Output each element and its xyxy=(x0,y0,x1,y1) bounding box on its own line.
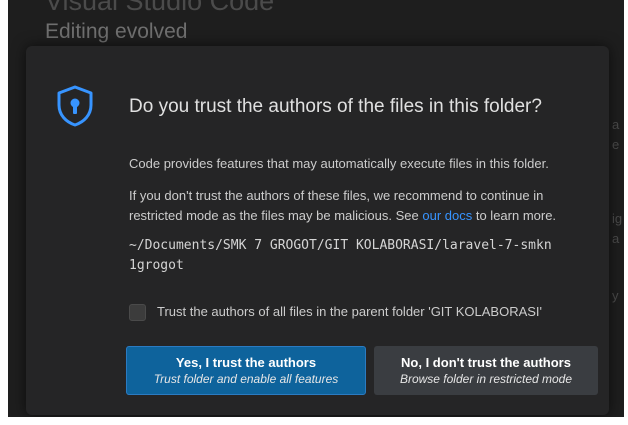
dialog-description: Code provides features that may automati… xyxy=(129,156,549,171)
trust-parent-checkbox[interactable] xyxy=(129,304,146,321)
welcome-heading: Visual Studio Code xyxy=(45,0,275,16)
dialog-warning: If you don't trust the authors of these … xyxy=(129,186,599,226)
docs-link[interactable]: our docs xyxy=(422,208,472,223)
shield-lock-icon xyxy=(57,85,93,127)
welcome-subheading: Editing evolved xyxy=(45,20,188,43)
distrust-button-label: No, I don't trust the authors xyxy=(401,354,571,370)
folder-path: ~/Documents/SMK 7 GROGOT/GIT KOLABORASI/… xyxy=(129,238,552,273)
dialog-title: Do you trust the authors of the files in… xyxy=(129,96,542,117)
trust-button-sublabel: Trust folder and enable all features xyxy=(153,371,339,386)
distrust-button-sublabel: Browse folder in restricted mode xyxy=(399,371,573,386)
editor-window: Visual Studio Code Editing evolved a e i… xyxy=(8,0,624,417)
background-text-fragment: y xyxy=(612,288,619,303)
trust-parent-label[interactable]: Trust the authors of all files in the pa… xyxy=(157,304,542,319)
distrust-authors-button[interactable]: No, I don't trust the authors Browse fol… xyxy=(374,346,598,395)
background-text-fragment: e xyxy=(612,137,620,152)
background-text-fragment: ig xyxy=(612,211,623,226)
trust-button-label: Yes, I trust the authors xyxy=(175,354,317,370)
workspace-trust-dialog: Do you trust the authors of the files in… xyxy=(26,46,609,415)
background-text-fragment: a xyxy=(612,117,620,132)
background-text-fragment: a xyxy=(612,231,620,246)
warning-text-end: to learn more. xyxy=(472,208,557,223)
trust-authors-button[interactable]: Yes, I trust the authors Trust folder an… xyxy=(126,346,366,395)
